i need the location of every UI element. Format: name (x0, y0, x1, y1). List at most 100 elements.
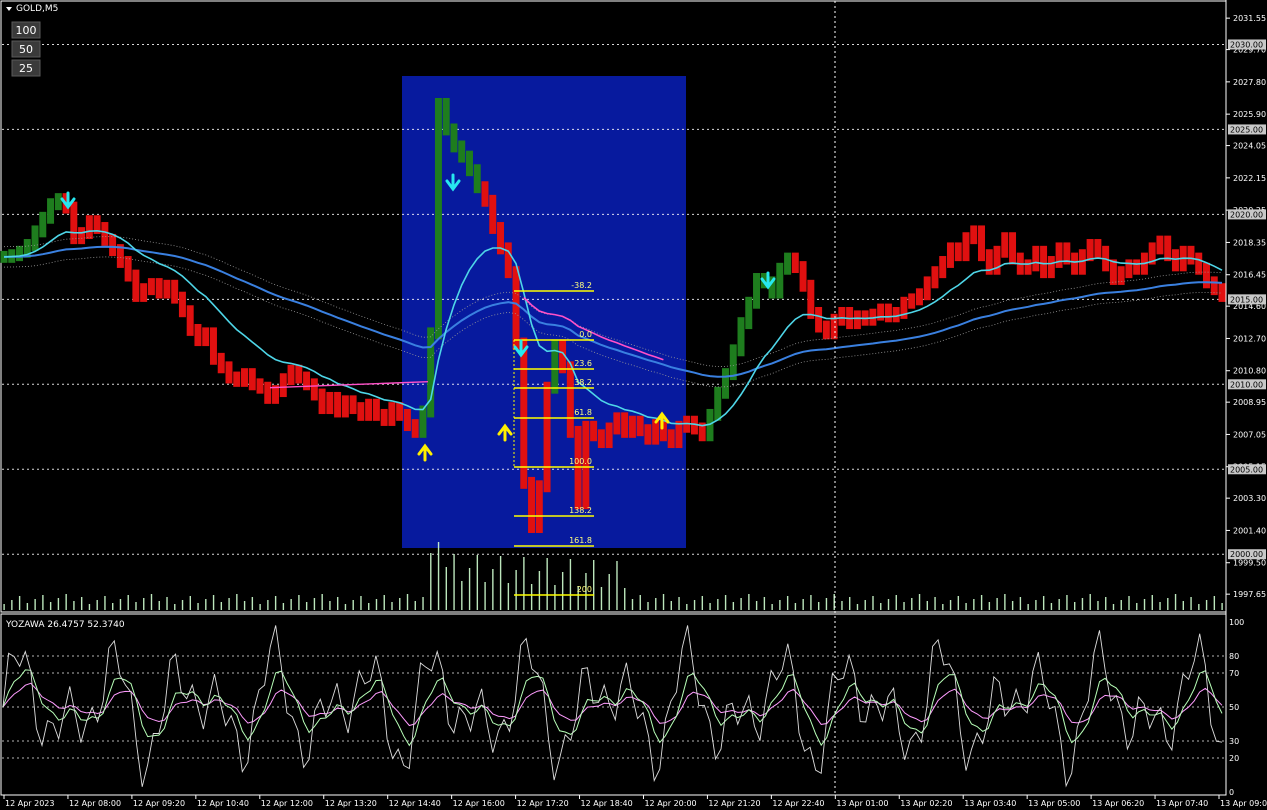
volume-bar (181, 600, 184, 610)
price-tick-label: 2024.05 (1233, 142, 1266, 151)
volume-bar (1205, 600, 1208, 610)
volume-bar (468, 568, 471, 610)
price-tick-label: 2031.55 (1233, 14, 1266, 23)
volume-bar (430, 553, 432, 610)
oscillator-tick-label: 30 (1229, 737, 1239, 746)
price-bar (753, 273, 761, 309)
volume-bar (461, 581, 463, 610)
price-bar (613, 412, 621, 435)
price-bar (714, 386, 722, 421)
price-bar (147, 278, 155, 296)
volume-bar (437, 542, 440, 610)
price-tick-label: 2010.80 (1233, 367, 1266, 376)
price-bar (923, 276, 931, 301)
price-level-label: 2015.00 (1230, 295, 1263, 304)
volume-bar (1105, 597, 1107, 610)
oscillator-tick-label: 70 (1229, 669, 1239, 678)
volume-bar (65, 594, 67, 610)
price-bar (745, 296, 753, 330)
price-bar (892, 307, 900, 323)
volume-bar (748, 594, 750, 610)
volume-bar (724, 595, 727, 610)
volume-bar (112, 603, 114, 610)
price-bar (16, 245, 24, 262)
volume-bar (290, 599, 292, 610)
volume-bar (57, 598, 60, 610)
volume-bar (143, 598, 145, 610)
price-bar (1156, 235, 1164, 255)
volume-bar (104, 596, 106, 610)
price-tick-label: 2007.05 (1233, 430, 1266, 439)
price-bar (993, 245, 1001, 275)
price-tick-label: 2027.80 (1233, 78, 1266, 87)
volume-bar (779, 600, 781, 610)
price-bar (155, 278, 163, 299)
volume-bar (523, 557, 525, 610)
volume-bar (274, 596, 277, 610)
price-bar (248, 368, 256, 391)
volume-bar (26, 603, 29, 610)
volume-bar (740, 598, 742, 610)
fib-level-label: 100.0 (569, 457, 592, 466)
volume-bar (298, 595, 300, 610)
volume-bar (127, 595, 129, 610)
price-bar (465, 150, 473, 177)
price-bar (543, 381, 551, 493)
volume-bar (1213, 596, 1216, 610)
volume-bar (119, 599, 122, 610)
zoom-button-100[interactable]: 100 (11, 21, 41, 39)
price-bar (784, 252, 792, 275)
time-tick-label: 12 Apr 17:20 (517, 799, 569, 808)
volume-bar (934, 597, 936, 610)
zoom-button-50[interactable]: 50 (11, 40, 41, 58)
price-bar (334, 391, 342, 418)
price-bar (931, 266, 939, 289)
time-tick-label: 12 Apr 18:40 (581, 799, 633, 808)
volume-bar (80, 597, 83, 610)
volume-bar (647, 602, 649, 610)
volume-bar (546, 558, 548, 610)
volume-bar (515, 570, 517, 610)
price-bar (458, 140, 466, 163)
price-tick-label: 2012.70 (1233, 334, 1266, 343)
volume-bar (887, 599, 890, 610)
price-tick-label: 2018.35 (1233, 238, 1266, 247)
price-bar (380, 408, 388, 426)
volume-bar (360, 596, 362, 610)
volume-bar (911, 598, 913, 610)
volume-bar (251, 597, 254, 610)
time-tick-label: 12 Apr 21:20 (708, 799, 760, 808)
price-bar (1109, 259, 1117, 285)
volume-bar (1190, 597, 1192, 610)
volume-bar (957, 596, 960, 610)
volume-bar (942, 604, 944, 610)
zoom-button-100-label: 100 (16, 24, 37, 37)
volume-bar (484, 582, 486, 610)
price-bar (1040, 245, 1048, 279)
price-bar (1086, 239, 1094, 262)
price-bar (628, 415, 636, 438)
price-bar (1195, 252, 1203, 275)
price-bar (163, 279, 171, 299)
price-bar (279, 373, 287, 398)
volume-bar (399, 598, 401, 610)
volume-bar (880, 603, 882, 610)
price-tick-label: 2025.90 (1233, 110, 1266, 119)
price-bar (838, 307, 846, 326)
volume-bar (1120, 600, 1122, 610)
volume-bar (530, 584, 533, 610)
volume-bar (903, 602, 905, 610)
zoom-button-25[interactable]: 25 (11, 59, 41, 77)
volume-bar (414, 601, 416, 610)
price-bar (675, 420, 683, 449)
volume-bar (701, 596, 704, 610)
price-bar (357, 402, 365, 421)
price-bar (1133, 259, 1141, 275)
price-tick-label: 2003.30 (1233, 494, 1266, 503)
fib-level-label: 23.6 (574, 359, 592, 368)
price-bar (776, 262, 784, 299)
volume-bar (686, 604, 688, 610)
price-bar (256, 378, 264, 394)
price-bar (481, 181, 489, 207)
price-bar (450, 123, 458, 153)
